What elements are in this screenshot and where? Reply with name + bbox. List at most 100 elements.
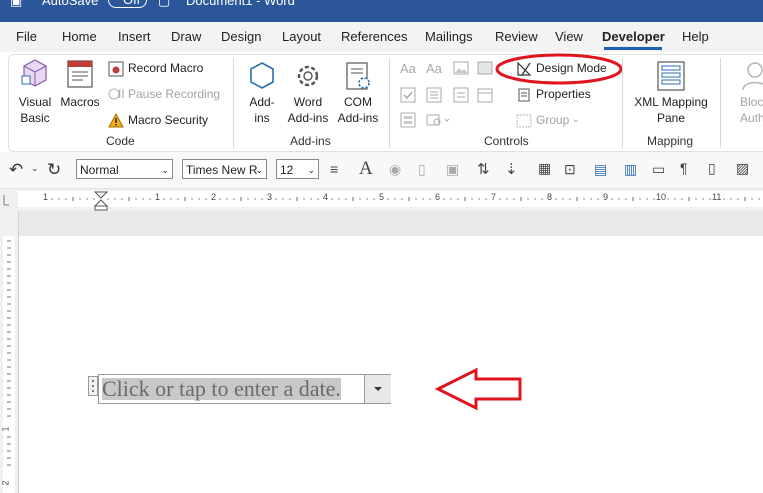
active-tab-indicator	[604, 47, 662, 50]
ruler-number: 4	[323, 192, 329, 202]
tab-home[interactable]: Home	[62, 29, 97, 44]
properties-label: Properties	[536, 87, 591, 101]
visual-basic-button[interactable]: Visual Basic	[16, 56, 54, 125]
record-macro-button[interactable]: Record Macro	[108, 60, 226, 78]
macros-icon	[67, 60, 93, 88]
red-annotation-ellipse	[495, 53, 623, 85]
plain-text-control-icon: Aa	[426, 61, 442, 76]
word-app-icon: ▣	[10, 0, 23, 8]
vruler-number: 1	[0, 426, 11, 432]
legacy-tools-icon	[426, 114, 450, 126]
word-addins-label-1: Word	[293, 95, 323, 109]
properties-button[interactable]: Properties	[516, 86, 606, 104]
chevron-down-icon: ⌄	[255, 165, 263, 175]
sort-icon[interactable]: ⇣	[505, 160, 518, 178]
style-value: Normal	[80, 163, 119, 177]
form-icon[interactable]: ▥	[624, 161, 637, 178]
group-label: Group	[536, 113, 570, 127]
ruler-number: 7	[491, 192, 497, 202]
ruler-number: 2	[211, 192, 217, 202]
warning-icon	[108, 113, 124, 128]
addins-button[interactable]: Add- ins	[244, 58, 280, 128]
style-select[interactable]: Normal ⌄	[76, 159, 173, 179]
record-macro-label: Record Macro	[128, 61, 204, 75]
macro-security-button[interactable]: Macro Security	[108, 112, 226, 130]
date-picker-dropdown-button[interactable]	[364, 375, 391, 403]
crop-icon[interactable]: ⊡	[564, 161, 576, 178]
autosave-toggle[interactable]: Off	[108, 0, 148, 8]
group-separator	[233, 58, 234, 148]
new-page-icon[interactable]: ▯	[708, 160, 716, 177]
ruler-number: 1	[43, 192, 49, 202]
undo-icon[interactable]: ↶	[9, 160, 23, 180]
autosave-label: AutoSave	[42, 0, 99, 8]
font-size-select[interactable]: 12 ⌄	[276, 159, 319, 179]
tab-insert[interactable]: Insert	[118, 29, 151, 44]
group-separator	[720, 58, 721, 148]
line-spacing-icon[interactable]: ⇅	[477, 160, 490, 178]
pause-recording-button: II Pause Recording	[108, 86, 226, 104]
tab-help[interactable]: Help	[682, 29, 709, 44]
rich-text-control-icon: Aa	[400, 61, 416, 76]
visual-basic-label-1: Visual	[18, 95, 52, 109]
circle-icon[interactable]: ◉	[389, 161, 401, 178]
xml-mapping-icon	[657, 61, 685, 91]
frame-icon[interactable]: ▣	[446, 161, 459, 178]
xml-mapping-pane-button[interactable]: XML Mapping Pane	[630, 58, 712, 128]
image-icon[interactable]: ▦	[538, 160, 551, 177]
word-addins-button[interactable]: Word Add-ins	[286, 58, 330, 128]
addins-icon	[250, 62, 274, 89]
tab-file[interactable]: File	[16, 29, 37, 44]
ruler-number: 9	[603, 192, 609, 202]
macros-label: Macros	[60, 95, 100, 109]
layout-icon[interactable]: ▭	[652, 161, 665, 178]
code-group-label: Code	[106, 134, 135, 148]
group-separator	[622, 58, 623, 148]
font-select[interactable]: Times New R ⌄	[182, 159, 267, 179]
vruler-ticks	[3, 236, 15, 493]
addins-label-2: ins	[254, 111, 270, 125]
font-size-value: 12	[280, 163, 294, 177]
redo-icon[interactable]: ↻	[47, 160, 61, 180]
document-title: Document1 - Word	[186, 0, 295, 8]
ruler-number: 6	[435, 192, 441, 202]
screenshot-icon[interactable]: ▨	[736, 160, 749, 177]
vertical-ruler: 1 2	[0, 211, 19, 493]
block-authors-button[interactable]: Bloc Autho	[728, 58, 763, 128]
ruler-number: 5	[379, 192, 385, 202]
xml-mapping-label-1: XML Mapping	[634, 95, 708, 109]
font-value: Times New R	[186, 163, 258, 177]
group-icon	[516, 114, 532, 128]
building-block-control-icon	[477, 61, 493, 75]
tab-review[interactable]: Review	[495, 29, 538, 44]
block-authors-label-1: Bloc	[740, 95, 763, 109]
tab-references[interactable]: References	[341, 29, 407, 44]
save-icon[interactable]: ▢	[158, 0, 170, 9]
date-picker-control[interactable]: Click or tap to enter a date.	[98, 374, 391, 404]
visual-basic-icon	[21, 59, 47, 87]
chevron-down-icon[interactable]: ⌄	[31, 163, 39, 174]
picture-control-icon	[453, 61, 469, 75]
macros-button[interactable]: Macros	[60, 56, 100, 112]
addins-label-1: Add-	[249, 95, 275, 109]
document-check-icon[interactable]: ▤	[594, 161, 607, 178]
ruler-number: 10	[656, 192, 667, 202]
font-color-icon[interactable]: A	[359, 158, 373, 180]
tab-mailings[interactable]: Mailings	[425, 29, 473, 44]
ruler-number: 1	[155, 192, 161, 202]
com-addins-button[interactable]: COM Add-ins	[336, 58, 380, 128]
group-separator	[389, 58, 390, 148]
tab-view[interactable]: View	[555, 29, 583, 44]
tab-developer[interactable]: Developer	[602, 29, 665, 44]
block-authors-label-2: Autho	[740, 111, 763, 125]
tab-design[interactable]: Design	[221, 29, 261, 44]
addins-group-label: Add-ins	[290, 134, 331, 148]
tab-draw[interactable]: Draw	[171, 29, 201, 44]
show-formatting-icon[interactable]: ¶	[680, 160, 688, 176]
tab-layout[interactable]: Layout	[282, 29, 321, 44]
document-page	[18, 236, 763, 493]
paragraph-icon[interactable]: ≡	[330, 161, 338, 177]
control-drag-handle[interactable]	[88, 376, 98, 396]
document-icon[interactable]: ▯	[418, 161, 426, 178]
date-placeholder-highlight: Click or tap to enter a date.	[102, 378, 341, 400]
